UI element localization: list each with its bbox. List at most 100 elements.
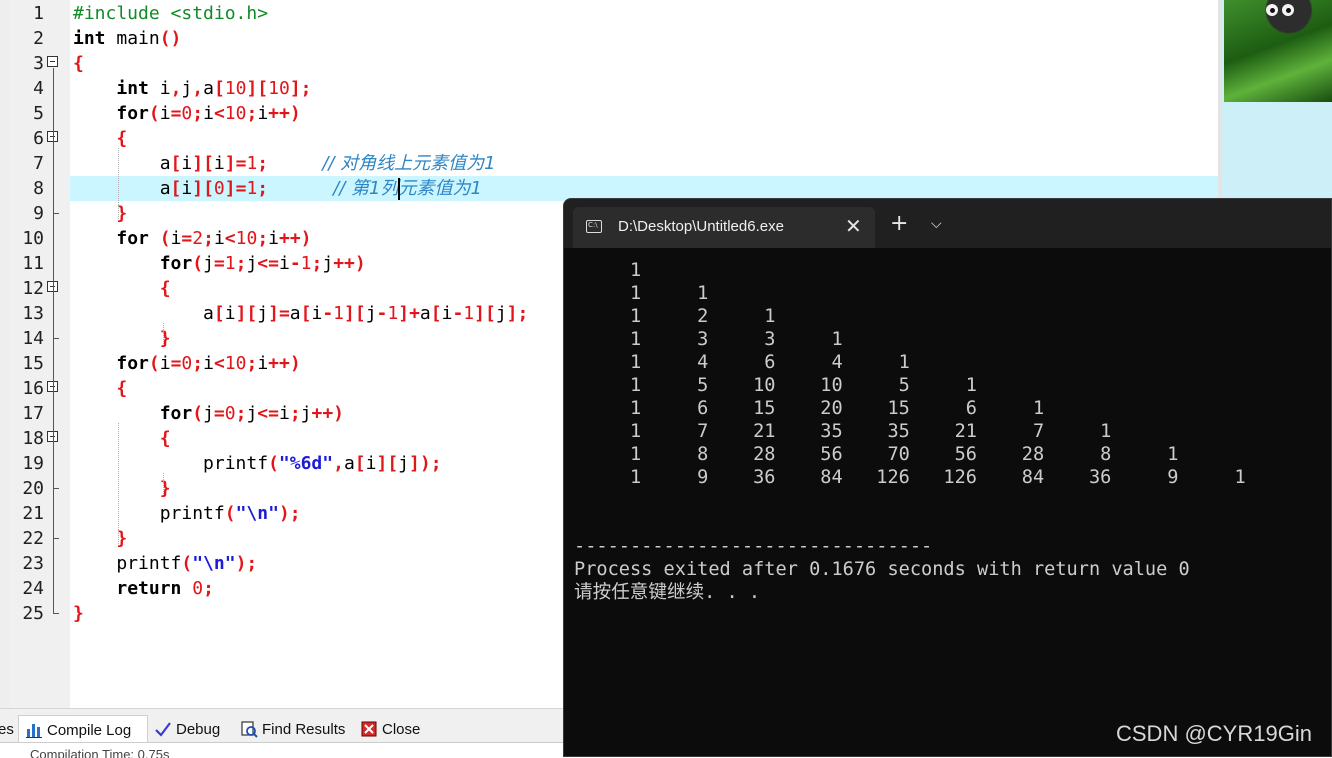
terminal-icon: [586, 220, 602, 233]
line-number: 24: [22, 578, 44, 599]
find-icon: [240, 720, 258, 738]
tab-compile-log[interactable]: Compile Log: [18, 715, 148, 744]
line-number: 13: [22, 303, 44, 324]
code-text: int i,j,a[10][10];: [116, 78, 312, 99]
line-number: 12: [22, 278, 44, 299]
code-text: a[i][j]=a[i-1][j-1]+a[i-1][j];: [73, 303, 529, 324]
code-line[interactable]: 7 a[i][i]=1; // 对角线上元素值为1: [0, 151, 1222, 176]
fold-guide: [53, 293, 54, 339]
code-text: return 0;: [116, 578, 214, 599]
line-number: 21: [22, 503, 44, 524]
output-row: 1 5 10 10 5 1: [574, 375, 977, 396]
output-row: 1 9 36 84 126 126 84 36 9 1: [574, 467, 1246, 488]
log-text: Compilation Time: 0.75s: [30, 747, 170, 758]
code-text: {: [116, 378, 128, 399]
output-row: 1 8 28 56 70 56 28 8 1: [574, 444, 1179, 465]
code-text: printf("\n");: [73, 503, 301, 524]
line-number: 10: [22, 228, 44, 249]
output-row: 1 1: [574, 283, 709, 304]
code-cell: a[i][i]=1; // 对角线上元素值为1: [70, 151, 1219, 176]
console-output: 1 1 1 1 2 1 1 3 3 1 1 4 6 4 1 1 5 10 10 …: [574, 259, 1324, 749]
output-row: 1 2 1: [574, 306, 776, 327]
output-row: 1 6 15 20 15 6 1: [574, 398, 1045, 419]
output-row: 1 4 6 4 1: [574, 352, 910, 373]
output-row: 1: [574, 260, 642, 281]
indent-guide: [163, 323, 164, 344]
code-cell: {: [70, 51, 1219, 76]
console-window[interactable]: D:\Desktop\Untitled6.exe ✕ + ⌵ 1 1 1 1 2…: [563, 198, 1332, 757]
console-tab[interactable]: D:\Desktop\Untitled6.exe ✕: [573, 207, 875, 248]
tab-find-results[interactable]: Find Results: [234, 715, 352, 743]
code-text: printf("\n");: [73, 553, 258, 574]
code-text: a[i][i]=1; // 对角线上元素值为1: [73, 153, 496, 174]
tab-label: Find Results: [262, 720, 346, 738]
code-cell: int i,j,a[10][10];: [70, 76, 1219, 101]
eye-icon: [1282, 4, 1294, 16]
output-row: 1 7 21 35 35 21 7 1: [574, 421, 1112, 442]
new-tab-button[interactable]: +: [890, 213, 908, 235]
code-text: for(j=1;j<=i-1;j++): [159, 253, 366, 274]
line-number: 3: [33, 53, 44, 74]
tab-label: Compile Log: [47, 721, 132, 739]
code-text: a[i][0]=1; // 第1列元素值为1: [73, 178, 482, 199]
line-number: 15: [22, 353, 44, 374]
line-number: 2: [33, 28, 44, 49]
tab-close[interactable]: Close: [354, 715, 434, 743]
compile-log-output: Compilation Time: 0.75s: [0, 742, 564, 758]
code-text: for(i=0;i<10;i++): [116, 353, 301, 374]
line-number: 25: [22, 603, 44, 624]
bar-chart-icon: [25, 721, 43, 739]
code-text: {: [159, 428, 171, 449]
code-text: for(j=0;j<=i;j++): [159, 403, 345, 424]
code-cell: for(i=0;i<10;i++): [70, 101, 1219, 126]
tab-debug[interactable]: Debug: [148, 715, 232, 743]
chevron-down-icon[interactable]: ⌵: [931, 216, 942, 232]
line-number: 19: [22, 453, 44, 474]
close-tab-button[interactable]: ✕: [845, 214, 862, 238]
tab-label: es: [0, 720, 14, 738]
code-text: printf("%6d",a[i][j]);: [73, 453, 442, 474]
tab-resources[interactable]: es: [0, 715, 18, 743]
check-icon: [154, 720, 172, 738]
line-number: 22: [22, 528, 44, 549]
code-line[interactable]: 3{: [0, 51, 1222, 76]
close-icon: [360, 720, 378, 738]
line-number: 14: [22, 328, 44, 349]
line-number: 11: [22, 253, 44, 274]
line-number: 16: [22, 378, 44, 399]
code-text: #include <stdio.h>: [73, 3, 269, 24]
code-cell: #include <stdio.h>: [70, 1, 1219, 26]
line-number: 5: [33, 103, 44, 124]
code-line[interactable]: 2 int main(): [0, 26, 1222, 51]
indent-guide: [118, 148, 119, 219]
code-line[interactable]: 4 int i,j,a[10][10];: [0, 76, 1222, 101]
indent-guide: [118, 423, 119, 544]
code-text: }: [116, 528, 128, 549]
code-text: for (i=2;i<10;i++): [116, 228, 312, 249]
tab-label: Debug: [176, 720, 221, 738]
console-titlebar: D:\Desktop\Untitled6.exe ✕ + ⌵: [564, 199, 1331, 248]
fold-guide: [53, 143, 54, 214]
indent-guide: [163, 473, 164, 494]
code-text: {: [116, 128, 128, 149]
code-text: for(i=0;i<10;i++): [116, 103, 301, 124]
line-number: 18: [22, 428, 44, 449]
line-number: 6: [33, 128, 44, 149]
code-text: }: [116, 203, 128, 224]
line-number: 17: [22, 403, 44, 424]
eye-icon: [1266, 4, 1278, 16]
output-row: 1 3 3 1: [574, 329, 843, 350]
separator: --------------------------------: [574, 536, 933, 557]
exit-message: Process exited after 0.1676 seconds with…: [574, 559, 1190, 580]
code-cell: {: [70, 126, 1219, 151]
code-text: int main(): [73, 28, 182, 49]
line-number: 4: [33, 78, 44, 99]
code-line[interactable]: 5 for(i=0;i<10;i++): [0, 101, 1222, 126]
code-line[interactable]: 6 {: [0, 126, 1222, 151]
code-cell: int main(): [70, 26, 1219, 51]
watermark: CSDN @CYR19Gin: [1116, 721, 1312, 746]
code-text: {: [159, 278, 171, 299]
continue-prompt: 请按任意键继续. . .: [574, 582, 761, 603]
fold-toggle-icon[interactable]: [47, 56, 58, 67]
code-line[interactable]: 1 #include <stdio.h>: [0, 1, 1222, 26]
